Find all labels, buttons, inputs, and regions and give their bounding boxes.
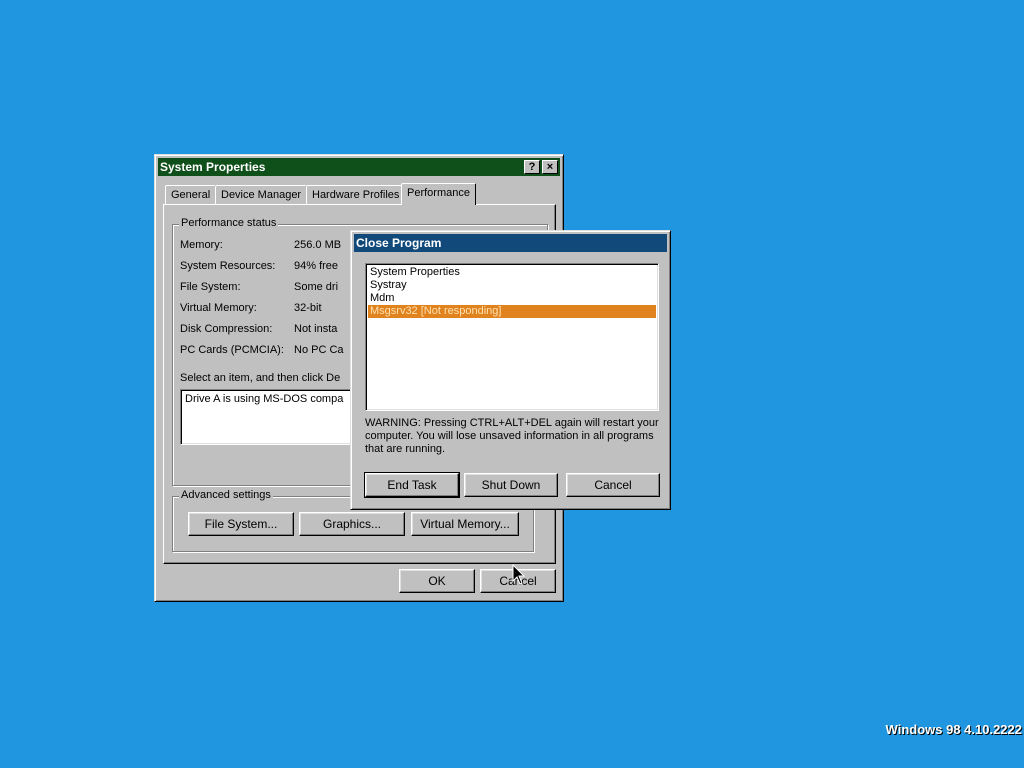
select-prompt: Select an item, and then click De [180,372,341,384]
mouse-cursor-icon [512,564,526,585]
details-box[interactable]: Drive A is using MS-DOS compa [180,389,360,445]
disk-compression-value: Not insta [294,323,338,335]
system-resources-label: System Resources: [180,260,276,272]
pc-cards-value: No PC Ca [294,344,344,356]
disk-compression-label: Disk Compression: [180,323,273,335]
virtual-memory-button[interactable]: Virtual Memory... [411,512,519,536]
close-program-titlebar[interactable]: Close Program [354,234,667,252]
close-button[interactable]: × [542,160,558,174]
windows-version-text: Windows 98 4.10.2222 [885,722,1022,737]
virtual-memory-label: Virtual Memory: [180,302,257,314]
advanced-settings-label: Advanced settings [179,489,273,501]
tab-general[interactable]: General [165,185,217,205]
dialog-title: Close Program [356,236,442,250]
file-system-label: File System: [180,281,241,293]
task-item-systray[interactable]: Systray [368,279,656,292]
system-properties-titlebar[interactable]: System Properties ? × [158,158,560,176]
close-program-dialog: Close Program System Properties Systray … [350,230,671,510]
ok-button[interactable]: OK [399,569,475,593]
shut-down-button[interactable]: Shut Down [464,473,558,497]
task-item-mdm[interactable]: Mdm [368,292,656,305]
tab-device-manager[interactable]: Device Manager [215,185,308,205]
file-system-button[interactable]: File System... [188,512,294,536]
graphics-button[interactable]: Graphics... [299,512,405,536]
tab-performance[interactable]: Performance [401,183,476,205]
performance-status-label: Performance status [179,217,279,229]
virtual-memory-value: 32-bit [294,302,322,314]
pc-cards-label: PC Cards (PCMCIA): [180,344,284,356]
details-text: Drive A is using MS-DOS compa [185,393,344,405]
task-item-system-properties[interactable]: System Properties [368,266,656,279]
system-resources-value: 94% free [294,260,339,272]
memory-label: Memory: [180,239,223,251]
warning-text: WARNING: Pressing CTRL+ALT+DEL again wil… [365,417,659,455]
file-system-value: Some dri [294,281,339,293]
dialog-cancel-button[interactable]: Cancel [566,473,660,497]
task-item-msgsrv32[interactable]: Msgsrv32 [Not responding] [368,305,656,318]
task-list[interactable]: System Properties Systray Mdm Msgsrv32 [… [365,263,659,411]
window-title: System Properties [160,160,266,174]
memory-value: 256.0 MB [294,239,342,251]
tab-hardware-profiles[interactable]: Hardware Profiles [306,185,406,205]
end-task-button[interactable]: End Task [364,472,460,498]
help-button[interactable]: ? [524,160,540,174]
